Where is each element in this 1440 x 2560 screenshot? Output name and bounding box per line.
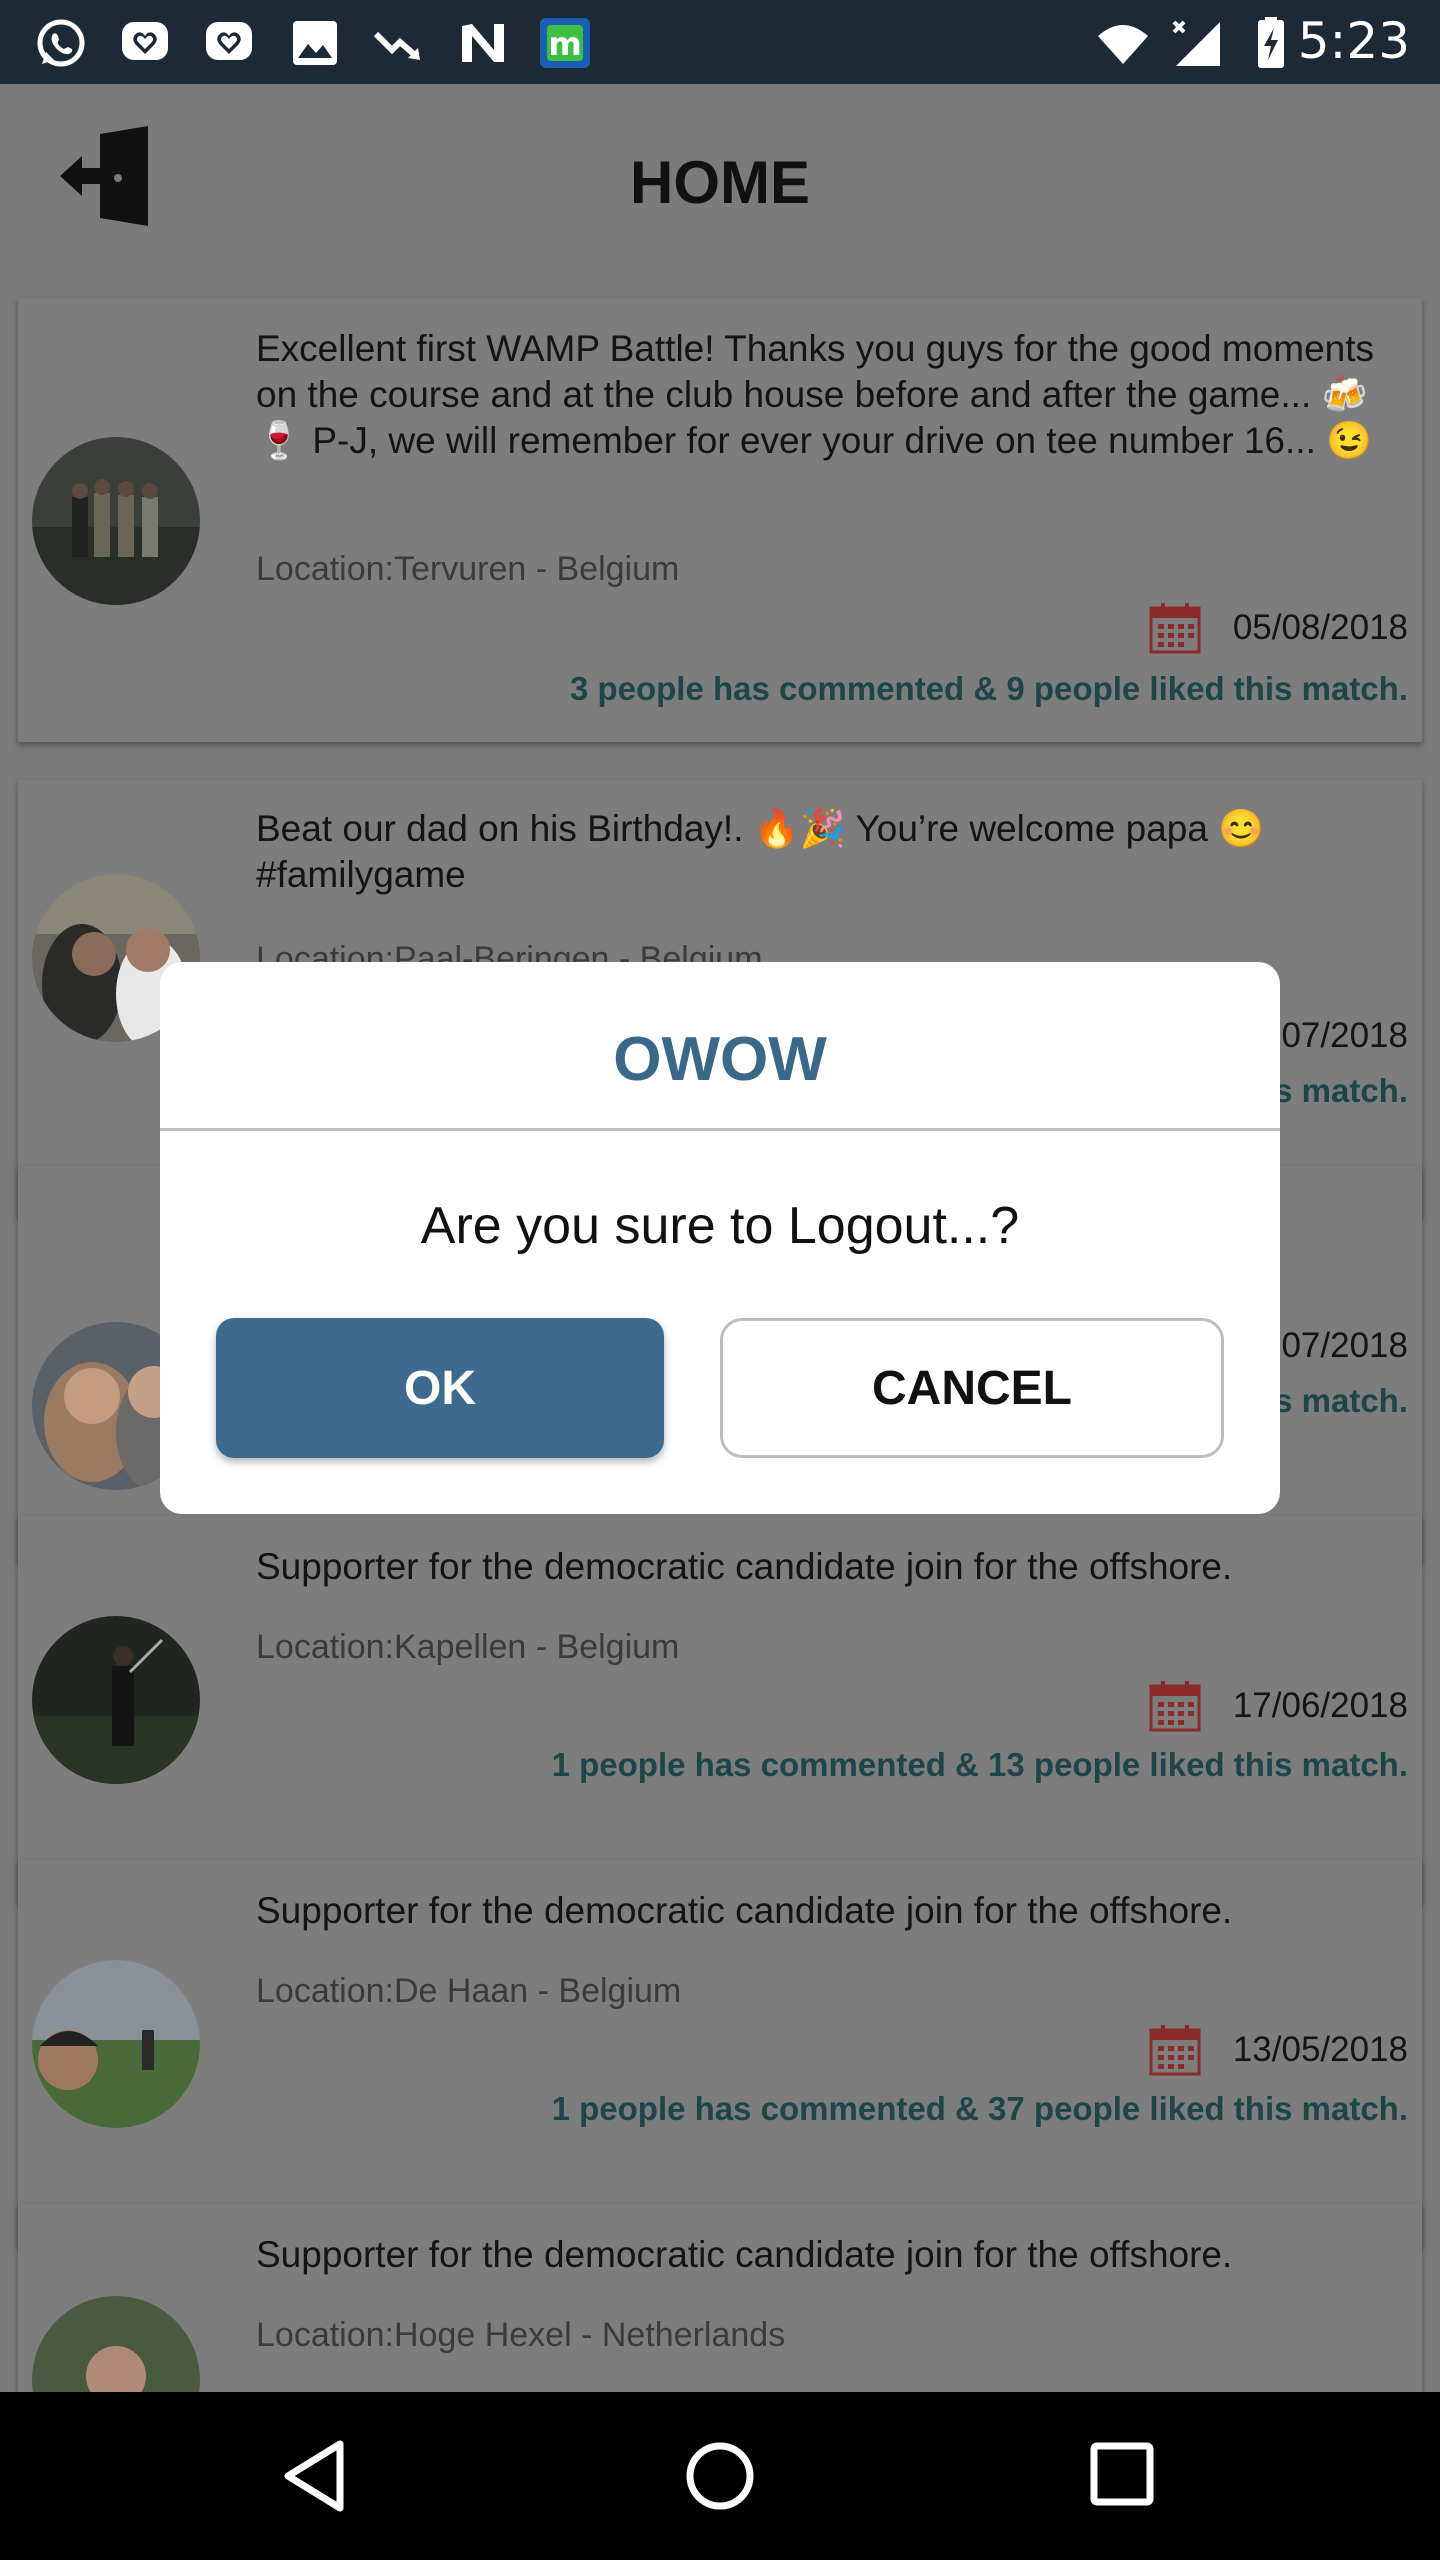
post-card[interactable]: Excellent first WAMP Battle! Thanks you … <box>18 298 1422 742</box>
post-location: Location:Tervuren - Belgium <box>256 550 680 588</box>
m-app-icon: m <box>538 16 592 70</box>
whatsapp-icon <box>34 16 88 70</box>
avatar <box>32 2296 200 2392</box>
cell-signal-icon <box>1170 16 1224 70</box>
page-title: HOME <box>630 149 810 216</box>
battery-charging-icon <box>1244 16 1298 70</box>
image-icon <box>288 16 342 70</box>
app-header: HOME <box>0 84 1440 284</box>
status-time: 5:23 <box>1297 12 1410 70</box>
post-text: Excellent first WAMP Battle! Thanks you … <box>256 328 1375 461</box>
post-stats[interactable]: 1 people has commented & 37 people liked… <box>552 2090 1408 2128</box>
calendar-icon <box>1149 1681 1201 1732</box>
post-date-row: 13/05/2018 <box>1149 2022 1408 2078</box>
ok-button[interactable]: OK <box>216 1318 664 1458</box>
recents-icon[interactable] <box>1084 2436 1164 2516</box>
post-date-row: 05/08/2018 <box>1149 600 1408 656</box>
avatar <box>32 1616 200 1784</box>
cancel-button[interactable]: CANCEL <box>720 1318 1224 1458</box>
post-text: Supporter for the democratic candidate j… <box>256 1546 1233 1587</box>
post-stats[interactable]: 3 people has commented & 9 people liked … <box>570 670 1408 708</box>
trend-down-icon <box>372 16 426 70</box>
avatar <box>32 1960 200 2128</box>
heart-chat-icon <box>118 16 172 70</box>
post-date-row: 17/06/2018 <box>1149 1678 1408 1734</box>
dialog-divider <box>160 1128 1280 1131</box>
svg-text:m: m <box>548 25 581 63</box>
dialog-message: Are you sure to Logout...? <box>420 1197 1020 1255</box>
post-stats[interactable]: s match. <box>1274 1072 1408 1110</box>
post-date: 13/05/2018 <box>1232 2030 1408 2069</box>
post-location: Location:De Haan - Belgium <box>256 1972 682 2010</box>
post-text: Beat our dad on his Birthday!. 🔥🎉 You’re… <box>256 808 1265 895</box>
post-card[interactable]: Supporter for the democratic candidate j… <box>18 1860 1422 2246</box>
dialog-title: OWOW <box>613 1025 827 1094</box>
post-text: Supporter for the democratic candidate j… <box>256 1890 1233 1931</box>
post-card[interactable]: Supporter for the democratic candidate j… <box>18 1516 1422 1902</box>
logout-dialog: OWOW Are you sure to Logout...? OK CANCE… <box>160 962 1280 1514</box>
calendar-icon <box>1149 603 1201 654</box>
post-stats[interactable]: 1 people has commented & 13 people liked… <box>552 1746 1408 1784</box>
post-location: Location:Hoge Hexel - Netherlands <box>256 2316 786 2354</box>
status-bar: m 5:23 <box>0 0 1440 84</box>
post-date: 07/2018 <box>1281 1016 1408 1055</box>
home-icon[interactable] <box>680 2436 760 2516</box>
navigation-bar <box>0 2392 1440 2560</box>
n-icon <box>456 16 510 70</box>
avatar <box>32 437 200 605</box>
heart-chat-icon <box>202 16 256 70</box>
post-date: 05/08/2018 <box>1232 608 1408 647</box>
back-icon[interactable] <box>278 2436 358 2516</box>
wifi-icon <box>1096 16 1150 70</box>
post-text: Supporter for the democratic candidate j… <box>256 2234 1233 2275</box>
post-location: Location:Kapellen - Belgium <box>256 1628 680 1666</box>
post-date-row: 07/2018 <box>1281 1008 1408 1064</box>
calendar-icon <box>1149 2025 1201 2076</box>
post-date: 07/2018 <box>1281 1326 1408 1365</box>
post-stats[interactable]: s match. <box>1274 1382 1408 1420</box>
post-date-row: 07/2018 <box>1281 1318 1408 1374</box>
post-card[interactable]: Supporter for the democratic candidate j… <box>18 2204 1422 2392</box>
post-date: 17/06/2018 <box>1232 1686 1408 1725</box>
